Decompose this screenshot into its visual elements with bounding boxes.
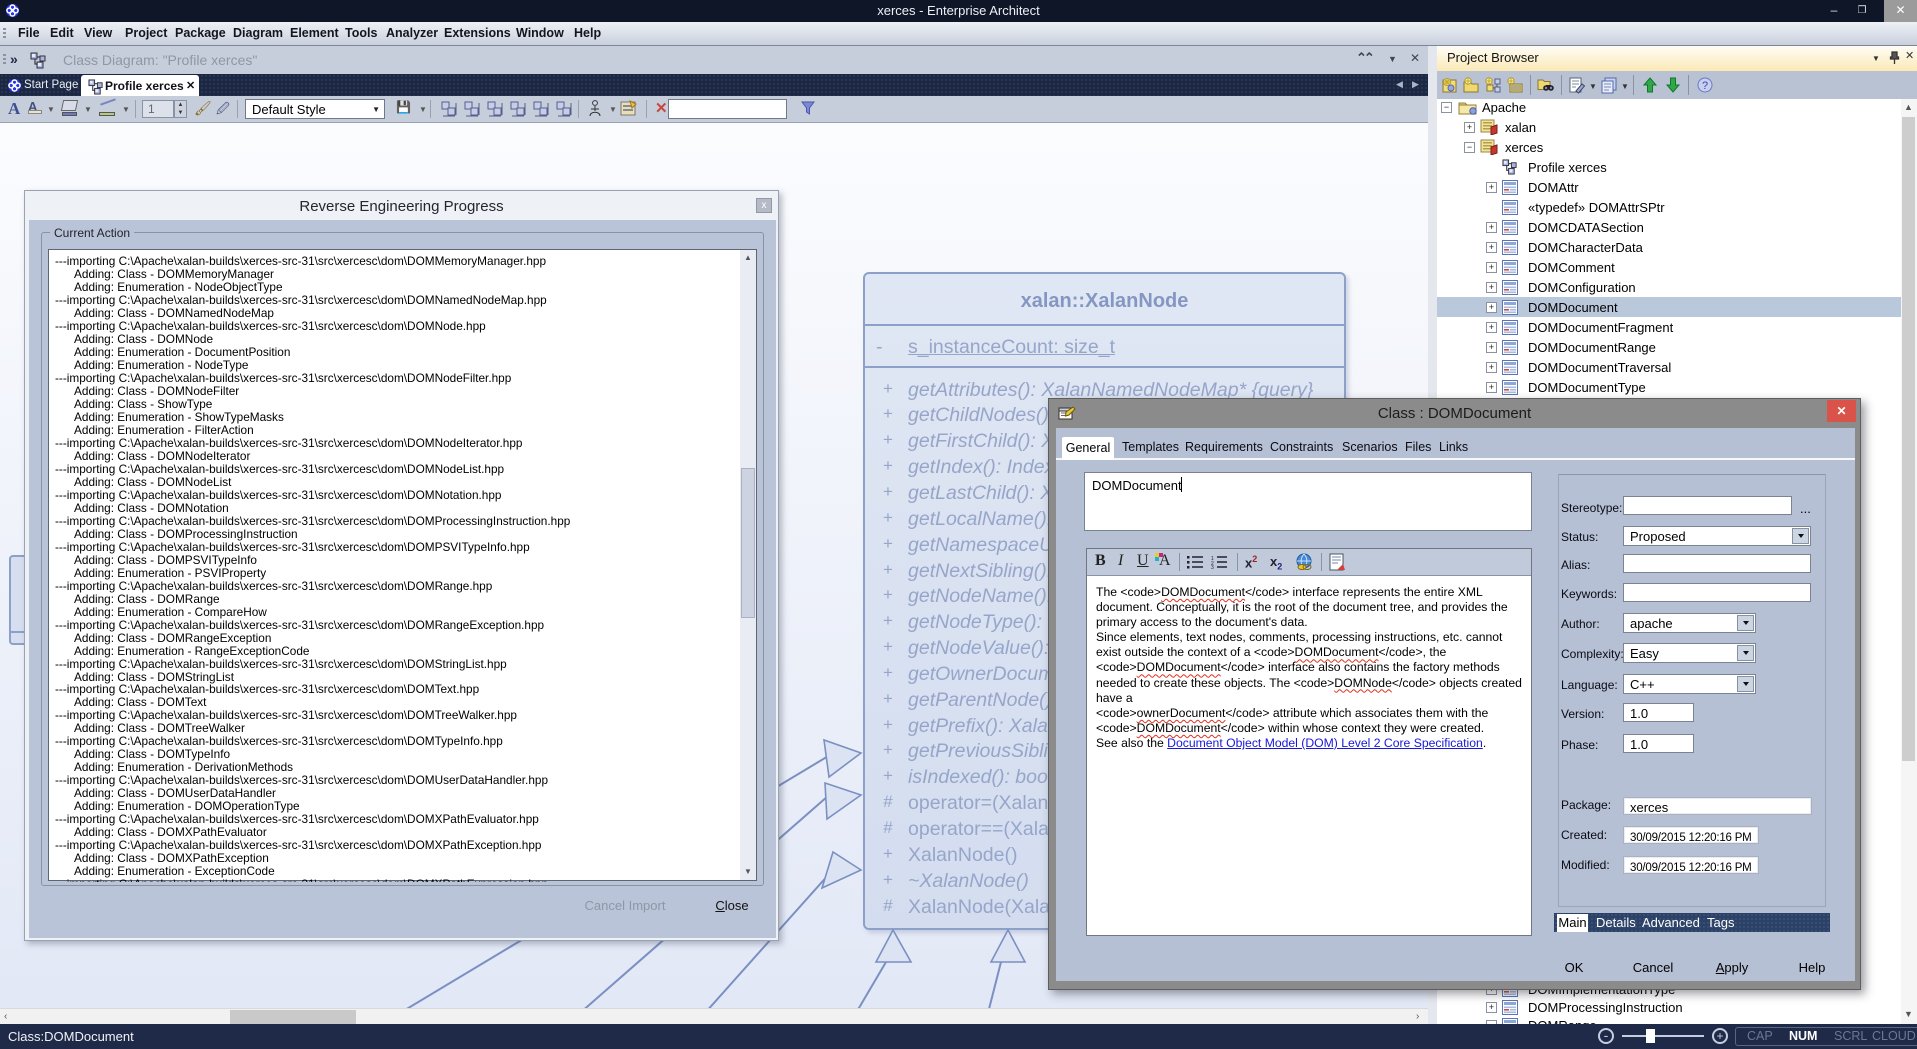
svg-text:3: 3 bbox=[1211, 565, 1214, 569]
svg-text:?: ? bbox=[1702, 80, 1708, 92]
